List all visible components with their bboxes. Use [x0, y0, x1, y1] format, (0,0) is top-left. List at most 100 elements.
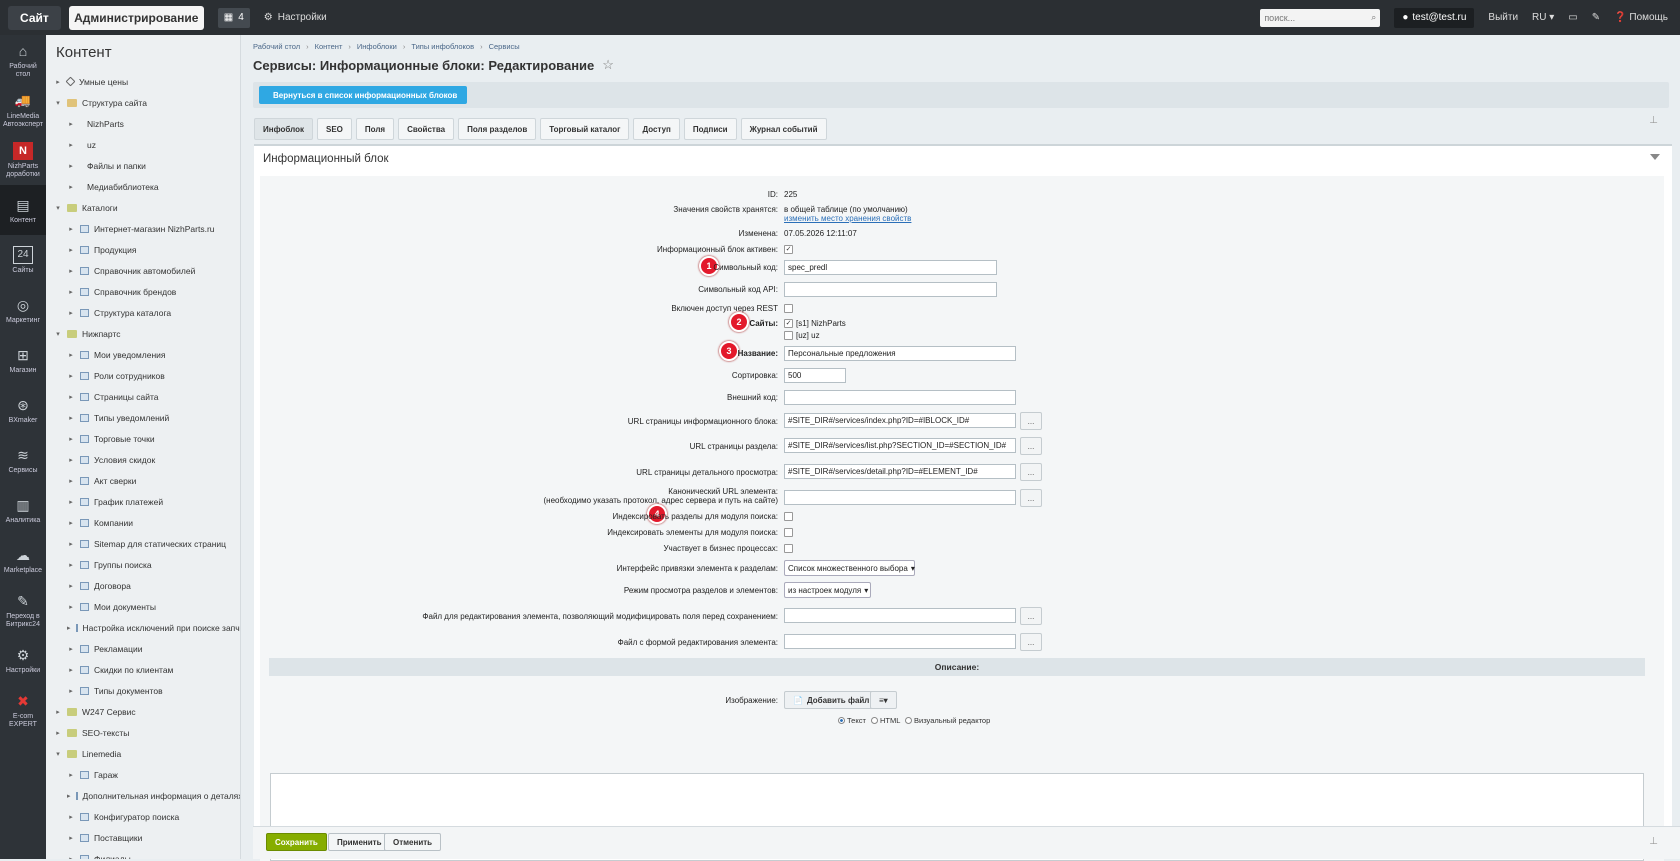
tree-arrow-icon[interactable]: ▸ [67, 120, 75, 128]
tree-item[interactable]: ▸ W247 Сервис [46, 701, 240, 722]
tree-item[interactable]: ▸ Мои уведомления [46, 344, 240, 365]
tree-item[interactable]: ▸ График платежей [46, 491, 240, 512]
admin-button[interactable]: Администрирование [68, 5, 204, 30]
pin-icon[interactable]: ✎ [1592, 12, 1600, 23]
back-to-list-button[interactable]: Вернуться в список информационных блоков [259, 86, 468, 104]
tree-arrow-icon[interactable]: ▸ [67, 498, 75, 506]
tree-item[interactable]: ▸ Интернет-магазин NizhParts.ru [46, 218, 240, 239]
nav-item-services[interactable]: ≋ Сервисы [0, 435, 46, 485]
tree-item[interactable]: ▸ Файлы и папки [46, 155, 240, 176]
site-button[interactable]: Сайт [8, 5, 61, 30]
url-section-input[interactable]: #SITE_DIR#/services/list.php?SECTION_ID=… [784, 438, 1016, 453]
nav-item-content[interactable]: ▤ Контент [0, 185, 46, 235]
change-storage-link[interactable]: изменить место хранения свойств [784, 214, 911, 223]
tree-arrow-icon[interactable]: ▸ [67, 309, 75, 317]
tab-5[interactable]: Торговый каталог [540, 118, 630, 140]
nav-item-marketplace[interactable]: ☁ Marketplace [0, 535, 46, 585]
interface-select[interactable]: Список множественного выбора ▾ [784, 560, 915, 576]
tree-item[interactable]: ▸ Торговые точки [46, 428, 240, 449]
search-input[interactable]: поиск... ⌕ [1260, 8, 1381, 27]
external-code-input[interactable] [784, 390, 1016, 405]
tree-item[interactable]: ▾ Структура сайта [46, 92, 240, 113]
pin-footer-icon[interactable]: ⊥ [1649, 836, 1658, 847]
tree-arrow-icon[interactable]: ▸ [67, 855, 75, 860]
tree-item[interactable]: ▸ Медиабиблиотека [46, 176, 240, 197]
canonical-browse-button[interactable]: ... [1020, 489, 1042, 507]
tree-item[interactable]: ▸ Дополнительная информация о деталях [46, 785, 240, 806]
index-sections-checkbox[interactable] [784, 512, 793, 521]
tree-arrow-icon[interactable]: ▸ [67, 414, 75, 422]
bizproc-checkbox[interactable] [784, 544, 793, 553]
tree-item[interactable]: ▸ Условия скидок [46, 449, 240, 470]
notifications-button[interactable]: ▦ 4 [217, 7, 250, 28]
favorite-star-icon[interactable]: ☆ [602, 57, 614, 73]
tree-arrow-icon[interactable]: ▸ [67, 456, 75, 464]
name-input[interactable]: Персональные предложения [784, 346, 1016, 361]
tree-arrow-icon[interactable]: ▸ [67, 162, 75, 170]
tree-item[interactable]: ▸ Справочник автомобилей [46, 260, 240, 281]
tree-arrow-icon[interactable]: ▸ [67, 477, 75, 485]
tree-item[interactable]: ▸ NizhParts [46, 113, 240, 134]
save-button[interactable]: Сохранить [266, 833, 327, 851]
nav-item-home[interactable]: ⌂ Рабочий стол [0, 35, 46, 85]
url-detail-browse-button[interactable]: ... [1020, 463, 1042, 481]
menu-button[interactable]: ≡▾ [870, 691, 897, 709]
tree-arrow-icon[interactable]: ▸ [67, 372, 75, 380]
tab-6[interactable]: Доступ [633, 118, 680, 140]
nav-item-linemedia[interactable]: 🚚 LineMedia Автоэксперт [0, 85, 46, 135]
tree-arrow-icon[interactable]: ▸ [67, 645, 75, 653]
nav-item-settings[interactable]: ⚙ Настройки [0, 635, 46, 685]
tree-arrow-icon[interactable]: ▸ [54, 708, 62, 716]
pin-tabs-icon[interactable]: ⊥ [1649, 115, 1658, 126]
code-input[interactable]: spec_predl [784, 260, 997, 275]
sort-input[interactable]: 500 [784, 368, 846, 383]
tree-item[interactable]: ▾ Нижпартс [46, 323, 240, 344]
url-section-browse-button[interactable]: ... [1020, 437, 1042, 455]
apply-button[interactable]: Применить [328, 833, 391, 851]
tree-arrow-icon[interactable]: ▸ [67, 267, 75, 275]
nav-item-ecom-expert[interactable]: ✖ E-com EXPERT [0, 685, 46, 735]
help-link[interactable]: ❓ Помощь [1614, 12, 1668, 23]
form-file-input[interactable] [784, 634, 1016, 649]
tree-item[interactable]: ▸ Типы уведомлений [46, 407, 240, 428]
radio-html[interactable]: HTML [871, 716, 900, 725]
breadcrumb-link[interactable]: Инфоблоки [357, 42, 397, 51]
tree-arrow-icon[interactable]: ▸ [67, 246, 75, 254]
tree-item[interactable]: ▸ Типы документов [46, 680, 240, 701]
radio-text[interactable]: Текст [838, 716, 866, 725]
tree-arrow-icon[interactable]: ▸ [67, 792, 71, 800]
tab-1[interactable]: SEO [316, 118, 352, 140]
tree-item[interactable]: ▾ Каталоги [46, 197, 240, 218]
tree-arrow-icon[interactable]: ▸ [67, 687, 75, 695]
index-elements-checkbox[interactable] [784, 528, 793, 537]
tree-arrow-icon[interactable]: ▸ [67, 561, 75, 569]
panel-icon[interactable]: ▭ [1568, 12, 1577, 23]
tree-item[interactable]: ▸ Группы поиска [46, 554, 240, 575]
tree-arrow-icon[interactable]: ▸ [67, 624, 71, 632]
tree-item[interactable]: ▸ Филиалы [46, 848, 240, 859]
tree-arrow-icon[interactable]: ▸ [67, 393, 75, 401]
tree-arrow-icon[interactable]: ▸ [67, 666, 75, 674]
tree-item[interactable]: ▸ Скидки по клиентам [46, 659, 240, 680]
nav-item-shop[interactable]: ⊞ Магазин [0, 335, 46, 385]
tree-arrow-icon[interactable]: ▸ [54, 729, 62, 737]
tree-item[interactable]: ▸ Роли сотрудников [46, 365, 240, 386]
tree-arrow-icon[interactable]: ▸ [67, 288, 75, 296]
tree-item[interactable]: ▸ Гараж [46, 764, 240, 785]
tab-8[interactable]: Журнал событий [740, 118, 827, 140]
add-file-button[interactable]: 📄 Добавить файл [784, 691, 879, 709]
nav-item-bxmaker[interactable]: ⊛ BXmaker [0, 385, 46, 435]
tree-item[interactable]: ▸ Рекламации [46, 638, 240, 659]
tree-arrow-icon[interactable]: ▸ [67, 813, 75, 821]
tree-item[interactable]: ▸ Конфигуратор поиска [46, 806, 240, 827]
tree-item[interactable]: ▸ uz [46, 134, 240, 155]
tree-arrow-icon[interactable]: ▸ [67, 771, 75, 779]
edit-file-browse-button[interactable]: ... [1020, 607, 1042, 625]
active-checkbox[interactable]: ✓ [784, 245, 793, 254]
tree-arrow-icon[interactable]: ▸ [67, 582, 75, 590]
breadcrumb-link[interactable]: Контент [315, 42, 343, 51]
tab-4[interactable]: Поля разделов [458, 118, 537, 140]
canonical-input[interactable] [784, 490, 1016, 505]
nav-item-sites[interactable]: 24 Сайты [0, 235, 46, 285]
tree-arrow-icon[interactable]: ▸ [67, 519, 75, 527]
